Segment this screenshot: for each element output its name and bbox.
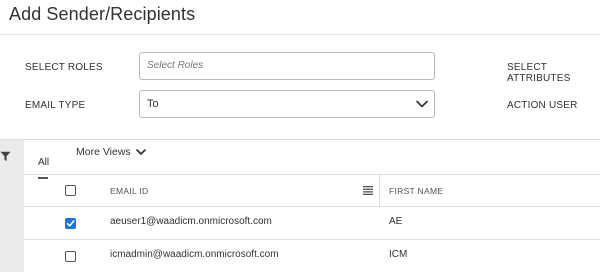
check-icon	[66, 220, 75, 227]
row-checkbox[interactable]	[65, 218, 76, 229]
select-all-checkbox[interactable]	[65, 185, 76, 196]
email-type-select[interactable]: To	[139, 90, 435, 118]
table-header-row: EMAIL ID FIRST NAME	[24, 175, 600, 207]
dialog-header: Add Sender/Recipients	[0, 0, 600, 34]
chevron-down-icon	[416, 100, 428, 108]
table-row[interactable]: aeuser1@waadicm.onmicrosoft.com AE	[24, 207, 600, 240]
section-divider	[0, 139, 600, 140]
select-attributes-label: SELECT ATTRIBUTES	[507, 62, 571, 84]
row-first-name: ICM	[389, 249, 408, 260]
select-roles-input[interactable]: Select Roles	[139, 52, 435, 80]
row-checkbox[interactable]	[65, 251, 76, 262]
column-header-email-id[interactable]: EMAIL ID	[110, 186, 148, 196]
more-views-button[interactable]: More Views	[76, 146, 147, 158]
form-area: SELECT ROLES Select Roles SELECT ATTRIBU…	[0, 35, 600, 139]
chevron-down-icon	[135, 149, 146, 155]
tab-all[interactable]: All	[38, 157, 49, 168]
select-roles-label: SELECT ROLES	[25, 62, 103, 73]
column-divider[interactable]	[379, 175, 380, 206]
column-header-first-name[interactable]: FIRST NAME	[389, 186, 443, 196]
email-type-value: To	[147, 98, 159, 110]
action-user-label: ACTION USER	[507, 100, 578, 111]
row-email: aeuser1@waadicm.onmicrosoft.com	[110, 216, 272, 227]
left-rail	[0, 140, 24, 272]
table-row[interactable]: icmadmin@waadicm.onmicrosoft.com ICM	[24, 240, 600, 272]
column-menu-icon[interactable]	[363, 186, 373, 195]
page-title: Add Sender/Recipients	[9, 4, 196, 24]
row-email: icmadmin@waadicm.onmicrosoft.com	[110, 249, 279, 260]
select-roles-placeholder: Select Roles	[147, 60, 204, 71]
row-first-name: AE	[389, 216, 403, 227]
more-views-label: More Views	[76, 146, 131, 158]
email-type-label: EMAIL TYPE	[25, 100, 86, 111]
filter-icon[interactable]	[0, 151, 11, 162]
